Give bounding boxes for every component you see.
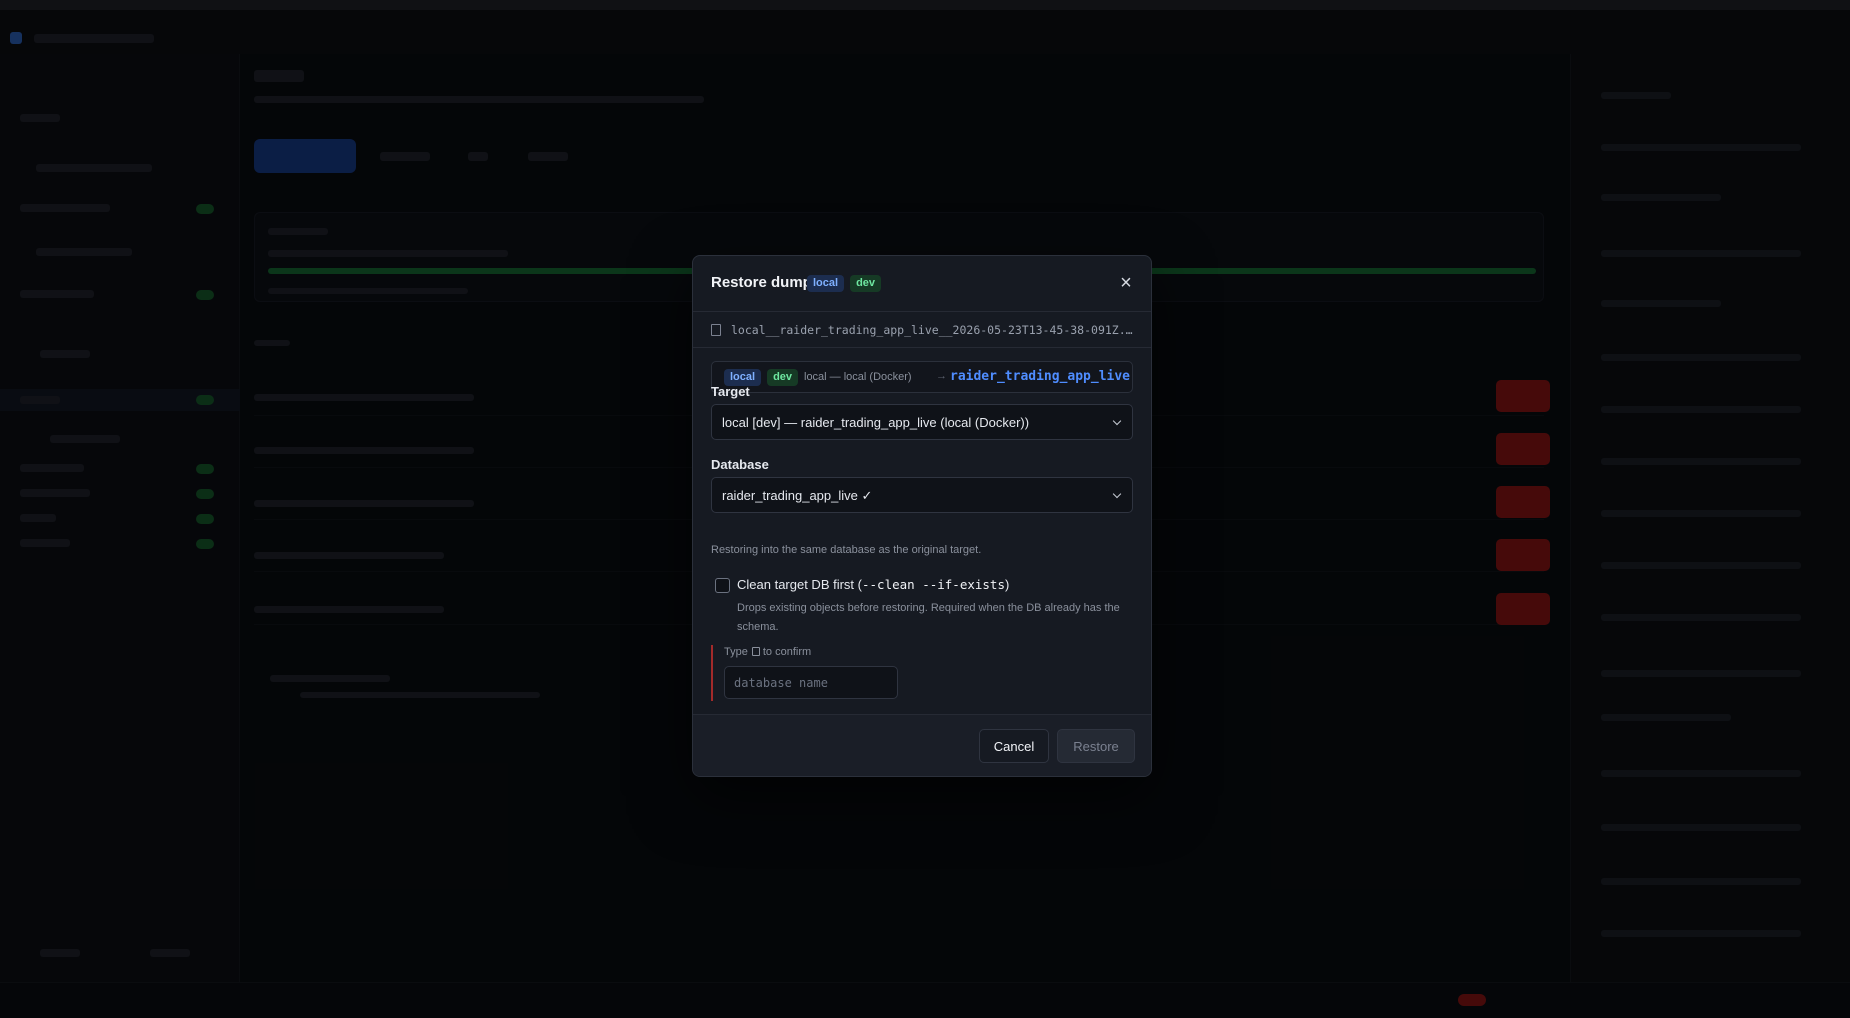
clean-target-checkbox[interactable] bbox=[715, 578, 730, 593]
confirm-prefix: Type bbox=[724, 646, 748, 658]
source-arrow-icon: → bbox=[936, 370, 947, 382]
source-database-name: raider_trading_app_live bbox=[950, 369, 1131, 384]
clean-target-label-text: Clean target DB first ( bbox=[737, 577, 862, 592]
dump-file-name: local__raider_trading_app_live__2026-05-… bbox=[731, 323, 1139, 337]
source-tier-badge: dev bbox=[767, 369, 799, 386]
clean-flag: --clean --if-exists bbox=[862, 577, 1005, 592]
confirm-database-input[interactable] bbox=[724, 666, 898, 699]
modal-footer: Cancel Restore bbox=[693, 714, 1151, 776]
modal-title: Restore dump bbox=[711, 274, 812, 291]
cancel-button[interactable]: Cancel bbox=[979, 729, 1049, 763]
chevron-down-icon bbox=[1112, 489, 1122, 499]
source-description: local — local (Docker) bbox=[804, 371, 912, 383]
clean-target-label[interactable]: Clean target DB first (--clean --if-exis… bbox=[737, 577, 1009, 592]
database-select-value: raider_trading_app_live ✓ bbox=[722, 488, 873, 503]
confirm-suffix: to confirm bbox=[762, 646, 812, 658]
modal-header: Restore dump local dev × bbox=[693, 256, 1151, 312]
copy-icon[interactable] bbox=[751, 647, 760, 656]
restore-dump-modal: Restore dump local dev × local__raider_t… bbox=[692, 255, 1152, 777]
clean-target-close-paren: ) bbox=[1005, 577, 1010, 592]
source-summary: local dev local — local (Docker) → raide… bbox=[711, 361, 1133, 393]
target-select-value: local [dev] — raider_trading_app_live (l… bbox=[722, 415, 1030, 430]
target-select[interactable]: local [dev] — raider_trading_app_live (l… bbox=[711, 404, 1133, 440]
database-label: Database bbox=[711, 457, 769, 472]
clean-target-description: Drops existing objects before restoring.… bbox=[737, 602, 1120, 633]
target-label: Target bbox=[711, 384, 750, 399]
restore-button[interactable]: Restore bbox=[1057, 729, 1135, 763]
confirm-instruction: Type to confirm bbox=[724, 646, 811, 658]
tier-badge: dev bbox=[850, 275, 882, 292]
dump-file-row: local__raider_trading_app_live__2026-05-… bbox=[693, 312, 1151, 348]
database-select[interactable]: raider_trading_app_live ✓ bbox=[711, 477, 1133, 513]
modal-header-badges: local dev bbox=[807, 275, 882, 292]
database-hint: Restoring into the same database as the … bbox=[711, 544, 982, 556]
file-icon bbox=[711, 324, 721, 336]
env-badge: local bbox=[807, 275, 845, 292]
close-icon[interactable]: × bbox=[1115, 272, 1137, 294]
chevron-down-icon bbox=[1112, 416, 1122, 426]
confirm-block: Type to confirm bbox=[711, 645, 1133, 701]
